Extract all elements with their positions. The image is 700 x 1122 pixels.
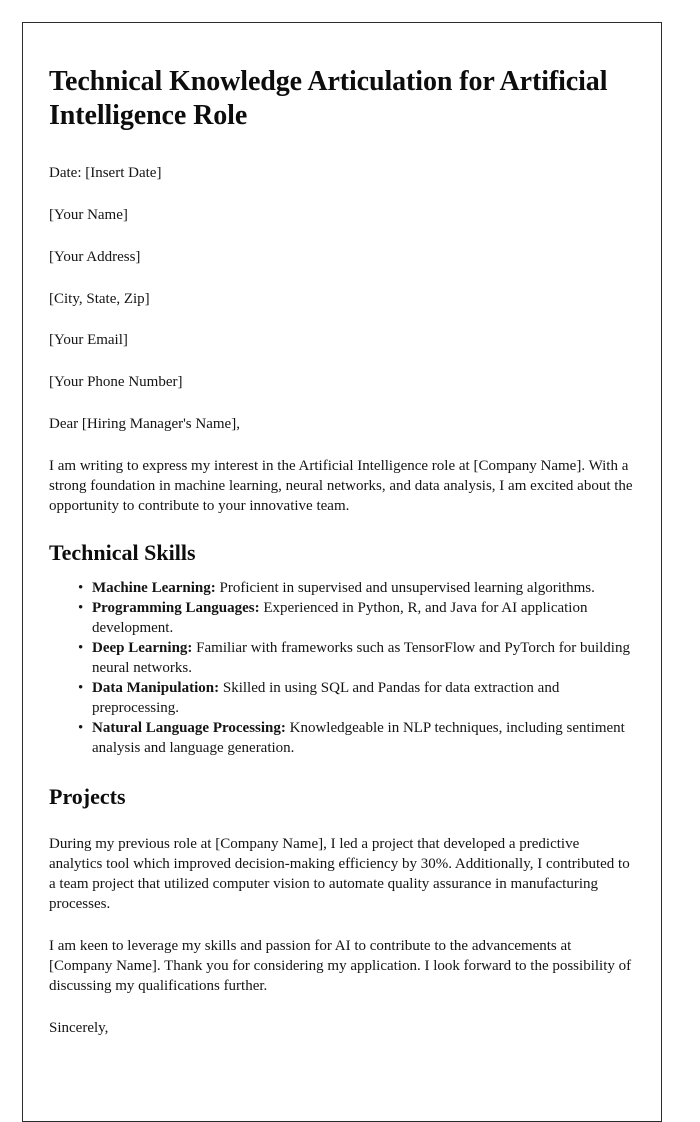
intro-paragraph: I am writing to express my interest in t… <box>49 457 633 514</box>
sender-city-state-zip: [City, State, Zip] <box>49 290 150 307</box>
sender-phone: [Your Phone Number] <box>49 374 183 391</box>
page-title: Technical Knowledge Articulation for Art… <box>49 66 608 132</box>
date-line: Date: [Insert Date] <box>49 165 162 182</box>
list-item: Programming Languages: Experienced in Py… <box>78 598 635 638</box>
list-item: Data Manipulation: Skilled in using SQL … <box>78 678 635 718</box>
sender-name: [Your Name] <box>49 207 128 224</box>
skill-term: Deep Learning: <box>92 639 193 656</box>
sender-email: [Your Email] <box>49 332 128 349</box>
list-item: Machine Learning: Proficient in supervis… <box>78 578 635 598</box>
list-item: Deep Learning: Familiar with frameworks … <box>78 638 635 678</box>
skill-term: Natural Language Processing: <box>92 719 286 736</box>
technical-skills-heading: Technical Skills <box>49 539 196 565</box>
sender-address: [Your Address] <box>49 248 141 265</box>
skill-term: Machine Learning: <box>92 579 216 596</box>
projects-paragraph: During my previous role at [Company Name… <box>49 836 630 913</box>
closing-paragraph: I am keen to leverage my skills and pass… <box>49 938 632 995</box>
signoff: Sincerely, <box>49 1020 109 1037</box>
skill-term: Data Manipulation: <box>92 679 220 696</box>
document-page: Technical Knowledge Articulation for Art… <box>22 22 662 1122</box>
technical-skills-list: Machine Learning: Proficient in supervis… <box>49 566 635 758</box>
skill-description: Proficient in supervised and unsupervise… <box>215 579 595 596</box>
list-item: Natural Language Processing: Knowledgeab… <box>78 718 635 758</box>
projects-heading: Projects <box>49 783 126 809</box>
document-body: Technical Knowledge Articulation for Art… <box>23 23 661 1038</box>
skill-term: Programming Languages: <box>92 599 260 616</box>
salutation: Dear [Hiring Manager's Name], <box>49 415 240 432</box>
